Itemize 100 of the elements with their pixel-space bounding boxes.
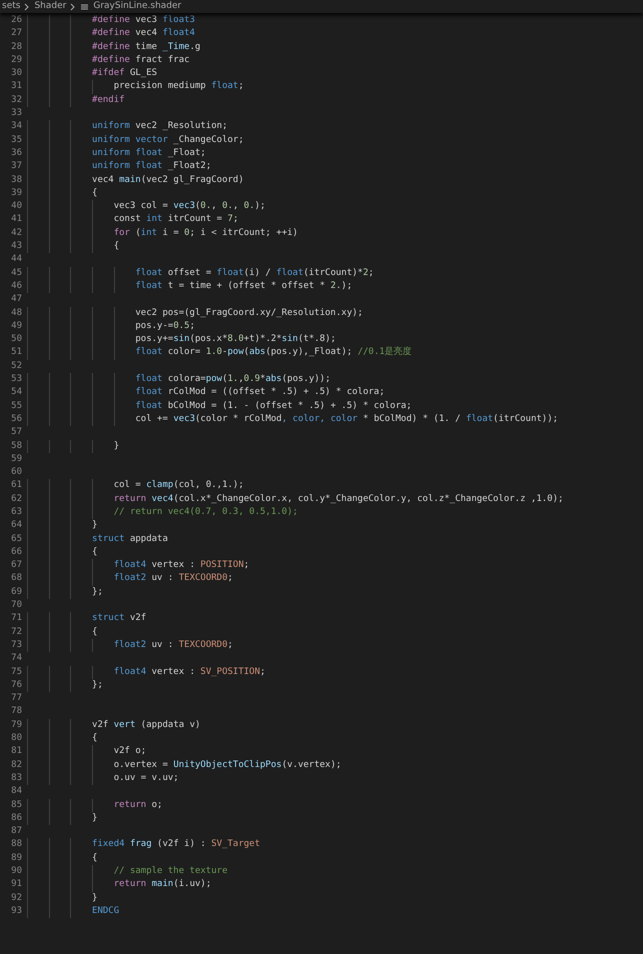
code-token: uv : — [150, 573, 174, 584]
line-number: 39 — [10, 186, 23, 200]
code-token: 7 — [228, 214, 233, 224]
line-number: 61 — [10, 479, 23, 492]
code-token: UnityObjectToClipPos — [173, 760, 282, 770]
line-number: 82 — [10, 758, 23, 772]
code-token: 0. — [244, 201, 255, 212]
line-number: 70 — [10, 599, 23, 612]
line-number: 49 — [10, 320, 23, 333]
breadcrumb-item[interactable]: sets — [2, 1, 20, 12]
line-number: 68 — [10, 572, 23, 586]
code-token: (col, 0.,1.); — [173, 480, 244, 490]
code-token: float — [216, 268, 244, 278]
line-number: 55 — [10, 400, 23, 413]
line-number: 42 — [10, 226, 23, 240]
code-token: { — [91, 188, 98, 198]
code-token: vec3 — [173, 201, 195, 212]
line-number: 58 — [10, 440, 23, 452]
code-token: } — [91, 520, 98, 530]
line-number: 27 — [10, 27, 23, 40]
code-token: (itrCount)); — [493, 414, 558, 424]
code-token: vert — [114, 720, 136, 730]
code-token: offset = — [166, 268, 212, 278]
line-number: 81 — [10, 745, 23, 758]
line-number: 85 — [10, 798, 23, 812]
code-token: #define — [91, 54, 130, 65]
code-token: (v.vertex); — [282, 760, 342, 770]
line-number: 78 — [10, 705, 23, 718]
code-token: return — [112, 494, 148, 504]
code-token: 2. — [330, 280, 342, 291]
line-number: 83 — [10, 772, 23, 785]
line-number: 54 — [10, 386, 23, 400]
code-token: ; — [260, 666, 266, 677]
line-number: 73 — [10, 638, 23, 652]
code-token: vec2 _Resolution; — [134, 121, 228, 132]
code-token: rColMod = ((offset * .5) + .5) * colora; — [166, 387, 385, 398]
line-number: 69 — [10, 586, 23, 599]
code-token: col += — [134, 414, 169, 424]
line-number: 57 — [10, 426, 23, 440]
code-token: main — [152, 879, 174, 890]
code-token: frag — [130, 839, 152, 850]
code-token: vertex : — [150, 560, 196, 570]
line-number: 31 — [10, 80, 23, 94]
line-number: 59 — [10, 452, 23, 466]
line-number: 43 — [10, 240, 23, 254]
chevron-icon — [24, 2, 30, 10]
code-token: for — [112, 228, 130, 238]
code-token: float — [466, 414, 494, 424]
code-token: , — [211, 201, 218, 212]
code-token: ; i < itrCount; ++i) — [190, 228, 298, 238]
code-token: float — [276, 268, 304, 278]
code-token: float4 — [112, 666, 146, 677]
code-token: SV_POSITION — [200, 666, 260, 677]
line-number: 74 — [10, 652, 23, 666]
code-token: 0. — [200, 201, 212, 212]
code-token: 2 — [362, 268, 368, 278]
code-token: , — [238, 374, 244, 384]
line-number: 88 — [10, 838, 23, 852]
line-number: 89 — [10, 852, 23, 865]
code-token: ( — [222, 374, 228, 384]
code-token: #define — [91, 28, 130, 38]
line-number: 34 — [10, 120, 23, 134]
line-number: 28 — [10, 40, 23, 54]
code-token: uniform float — [91, 161, 162, 172]
line-number: 65 — [10, 532, 23, 546]
code-token: (pos.x* — [190, 334, 228, 344]
line-number: 63 — [10, 506, 23, 519]
code-token: (t*.8); — [298, 334, 336, 344]
code-token: vec4 — [134, 28, 158, 38]
code-token: abs — [265, 374, 282, 384]
code-token: TEXCOORD0 — [178, 573, 228, 584]
breadcrumb-item[interactable]: Shader — [34, 1, 66, 12]
code-token: uniform vector — [91, 134, 168, 145]
code-token: { — [91, 626, 98, 637]
line-number: 86 — [10, 812, 23, 825]
code-token: ); — [254, 201, 266, 212]
code-token: float — [211, 81, 238, 92]
code-token: }; — [91, 586, 103, 597]
code-token: pos.y-= — [134, 320, 174, 331]
code-token: (pos.y)); — [282, 374, 331, 384]
code-token: float3 — [162, 15, 195, 25]
line-number: 93 — [10, 904, 23, 918]
code-token: colora= — [166, 374, 206, 384]
code-token: vec2 pos=(gl_FragCoord.xy/_Resolution.xy); — [134, 308, 363, 318]
code-token: GL_ES — [128, 68, 158, 78]
code-token: 8.0 — [228, 334, 244, 344]
code-token: #ifdef — [91, 68, 125, 78]
code-token: main — [119, 174, 141, 185]
code-token: * — [260, 374, 266, 384]
code-token: o; — [150, 800, 162, 810]
code-token: (v2f i) : — [156, 839, 207, 850]
code-token: const — [112, 214, 142, 224]
line-number: 90 — [10, 865, 23, 878]
line-number: 64 — [10, 519, 23, 532]
code-token: (col.x*_ChangeColor.x, col.y*_ChangeColor.y, col.z*_ChangeColor.z ,1.0); — [173, 494, 564, 504]
code-token: v2f o; — [112, 746, 146, 756]
line-number: 77 — [10, 692, 23, 706]
code-token: fixed4 — [91, 839, 126, 850]
breadcrumb-item[interactable]: GraySinLine.shader — [93, 1, 182, 12]
code-token: (i.uv); — [173, 879, 212, 890]
